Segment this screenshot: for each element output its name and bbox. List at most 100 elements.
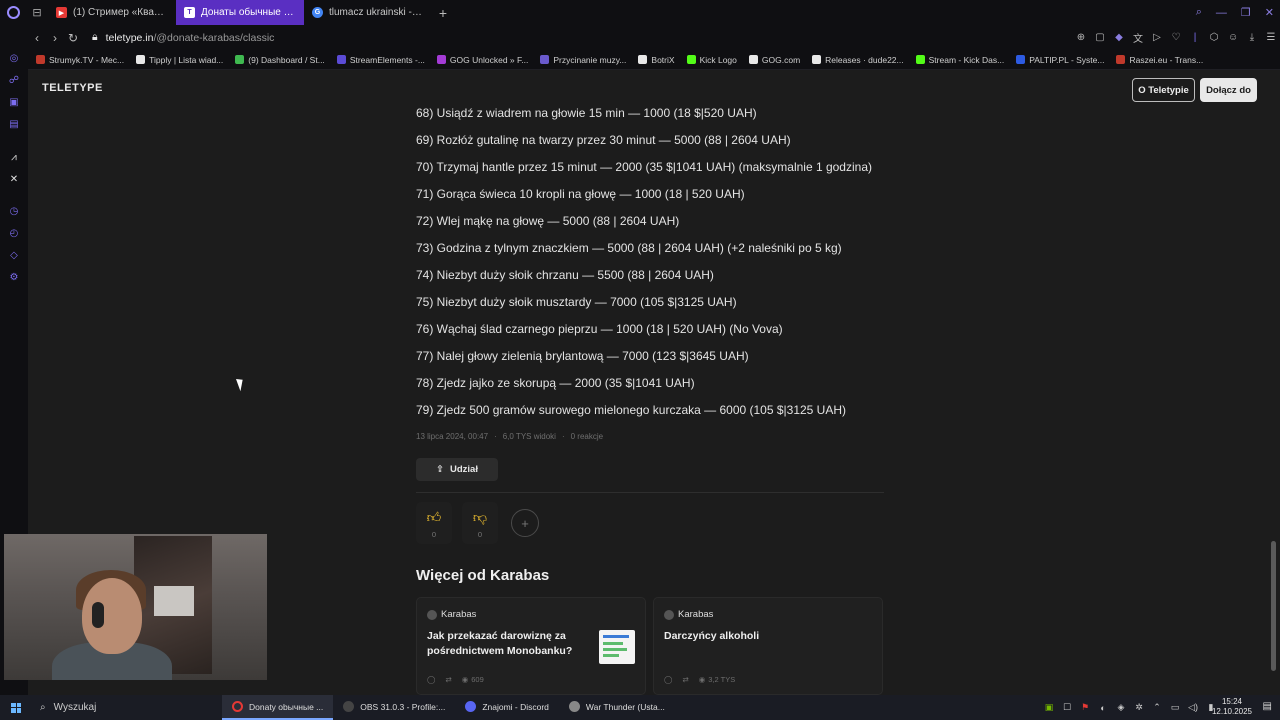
list-item: 69) Rozłóż gutalinę na twarzy przez 30 m… — [416, 133, 791, 147]
aria-icon[interactable]: ◎ — [8, 52, 20, 64]
related-article-card[interactable]: Karabas Darczyńcy alkoholi ◯ ⇄ ◉ 3,2 TYS — [653, 597, 883, 695]
clock-icon[interactable]: ◴ — [8, 227, 20, 239]
tab-menu-icon[interactable]: ⊟ — [26, 0, 48, 25]
dislike-count: 0 — [477, 530, 483, 539]
tab-teletype[interactable]: T Донаты обычные — Tele — [176, 0, 304, 25]
vpn-icon[interactable]: ◆ — [1114, 32, 1124, 43]
list-item: 78) Zjedz jajko ze skorupą — 2000 (35 $|… — [416, 376, 695, 390]
translate-icon[interactable]: 文 — [1133, 30, 1143, 45]
divider: | — [1193, 32, 1197, 43]
pin-icon[interactable]: ⊕ — [1076, 32, 1086, 43]
bookmark-item[interactable]: GOG.com — [748, 54, 801, 65]
reload-button[interactable]: ↻ — [64, 25, 82, 50]
minimize-icon[interactable]: — — [1216, 7, 1227, 19]
chevron-up-icon[interactable]: ⌃ — [1152, 702, 1162, 713]
tab-google[interactable]: G tlumacz ukrainski - Szuka — [304, 0, 432, 25]
new-tab-button[interactable]: + — [432, 0, 454, 25]
bookmark-item[interactable]: Tipply | Lista wiad... — [136, 55, 223, 65]
page-scrollbar[interactable] — [1271, 541, 1276, 671]
bookmark-favicon-icon — [136, 55, 146, 64]
tray-app-icon[interactable]: ◈ — [1116, 702, 1126, 713]
bookmark-item[interactable]: PALTIP.PL - Syste... — [1016, 55, 1104, 65]
card-author[interactable]: Karabas — [664, 609, 713, 620]
comment-icon: ◯ — [664, 675, 673, 684]
wallet-icon[interactable]: ▣ — [8, 96, 20, 108]
steam-icon[interactable]: ◐ — [1098, 703, 1108, 713]
tab-youtube[interactable]: ▶ (1) Стример «Квадра — [48, 0, 176, 25]
headset-icon — [92, 602, 104, 628]
player-sidebar-icon[interactable]: ▤ — [8, 118, 20, 130]
card-views: 3,2 TYS — [708, 675, 736, 684]
history-icon[interactable]: ◷ — [8, 205, 20, 217]
join-button[interactable]: Dołącz do — [1200, 78, 1257, 102]
bookmark-item[interactable]: GOG Unlocked » F... — [436, 55, 528, 65]
bookmark-item[interactable]: Raszei.eu - Trans... — [1116, 55, 1203, 65]
messenger-icon[interactable]: ☍ — [8, 74, 20, 86]
taskbar-app-opera[interactable]: Donaty obычные ... — [222, 695, 334, 720]
maximize-icon[interactable]: ❐ — [1241, 6, 1251, 19]
list-item: 77) Nalej głowy zielenią brylantową — 70… — [416, 349, 749, 363]
settings-icon[interactable]: ⚙ — [8, 271, 20, 283]
card-title[interactable]: Darczyńcy alkoholi — [664, 629, 824, 644]
bookmark-item[interactable]: Stream - Kick Das... — [915, 55, 1004, 65]
teletype-logo[interactable]: TELETYPE — [42, 82, 103, 94]
taskbar-app-label: War Thunder (Usta... — [585, 701, 665, 712]
profile-icon[interactable]: ☺ — [1228, 32, 1238, 43]
app-icon[interactable]: ⩘ — [8, 151, 20, 163]
chat-icon[interactable]: ☐ — [1062, 702, 1072, 713]
app-tray-icon[interactable]: ⚑ — [1080, 702, 1090, 713]
bookmark-label: Releases · dude22... — [825, 54, 904, 65]
add-reaction-button[interactable]: + — [511, 509, 539, 537]
share-button[interactable]: ⇪ Udział — [416, 458, 498, 481]
search-tabs-icon[interactable]: ⌕ — [1196, 6, 1202, 19]
taskbar-clock[interactable]: 15:24 12.10.2025 — [1212, 697, 1252, 717]
bookmark-label: GOG.com — [761, 54, 801, 65]
menu-icon[interactable]: ☰ — [1266, 32, 1276, 43]
back-button[interactable]: ‹ — [28, 25, 46, 50]
bookmark-item[interactable]: BotriX — [638, 54, 675, 65]
bookmark-item[interactable]: Kick Logo — [686, 55, 737, 65]
player-icon[interactable]: ▷ — [1152, 32, 1162, 43]
close-icon[interactable]: ✕ — [1265, 6, 1274, 19]
bookmark-favicon-icon — [915, 55, 925, 64]
download-icon[interactable]: ⤓ — [1247, 32, 1257, 43]
bookmark-label: (9) Dashboard / St... — [248, 54, 325, 65]
more-from-author-title: Więcej od Karabas — [416, 567, 550, 584]
notification-icon[interactable]: ▤ — [1263, 701, 1272, 712]
related-article-card[interactable]: Karabas Jak przekazać darowiznę za pośre… — [416, 597, 646, 695]
snapshot-icon[interactable]: ▢ — [1095, 32, 1105, 43]
taskbar-app-warthunder[interactable]: War Thunder (Usta... — [559, 695, 675, 720]
bookmark-item[interactable]: Strumyk.TV - Mec... — [36, 55, 124, 65]
bookmark-item[interactable]: Przycinanie muzy... — [540, 55, 626, 65]
url-field[interactable]: 🔒︎ teletype.in/@donate-karabas/classic — [92, 31, 274, 44]
dislike-reaction[interactable]: 👎︎ 0 — [462, 502, 498, 544]
network-icon[interactable]: ▭ — [1170, 702, 1180, 713]
opera-logo-icon[interactable] — [0, 0, 26, 25]
volume-icon[interactable]: ◁) — [1188, 702, 1198, 713]
extensions-icon[interactable]: ⬡ — [1209, 32, 1219, 43]
bookmark-label: Tipply | Lista wiad... — [149, 54, 224, 65]
card-author[interactable]: Karabas — [427, 609, 476, 620]
windows-icon — [11, 702, 21, 713]
bookmark-label: Przycinanie muzy... — [553, 54, 627, 65]
taskbar-app-obs[interactable]: OBS 31.0.3 - Profile:... — [333, 695, 455, 720]
bookmark-item[interactable]: Releases · dude22... — [812, 54, 904, 65]
avatar — [427, 609, 437, 620]
taskbar-search[interactable]: ⌕ Wyszukaj — [32, 695, 222, 720]
card-title[interactable]: Jak przekazać darowiznę za pośrednictwem… — [427, 629, 587, 659]
forward-button[interactable]: › — [46, 25, 64, 50]
about-button[interactable]: O Teletypie — [1132, 78, 1195, 102]
taskbar-app-discord[interactable]: Znajomi - Discord — [455, 695, 559, 720]
start-button[interactable] — [0, 695, 32, 720]
x-icon[interactable]: ✕ — [8, 173, 20, 185]
lock-icon: 🔒︎ — [92, 31, 98, 43]
bookmark-item[interactable]: (9) Dashboard / St... — [235, 55, 325, 65]
bookmark-label: BotriX — [651, 54, 675, 65]
nvidia-icon[interactable]: ▣ — [1044, 702, 1054, 713]
tab-label: Донаты обычные — Tele — [201, 7, 296, 18]
flow-icon[interactable]: ◇ — [8, 249, 20, 261]
heart-icon[interactable]: ♡ — [1171, 32, 1181, 43]
like-reaction[interactable]: 👍︎ 0 — [416, 502, 452, 544]
tray-app-icon[interactable]: ✲ — [1134, 702, 1144, 713]
bookmark-item[interactable]: StreamElements -... — [336, 55, 425, 65]
